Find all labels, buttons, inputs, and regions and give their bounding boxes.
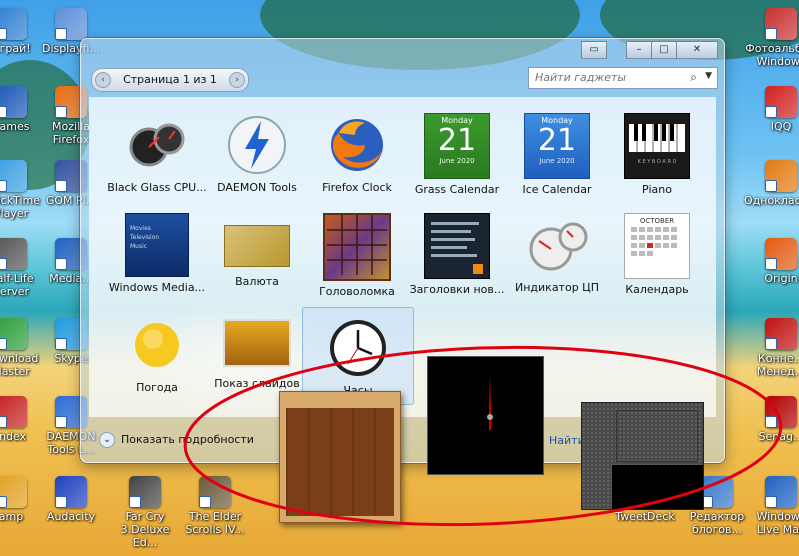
close-button[interactable]: ✕ bbox=[676, 41, 718, 59]
gadget-piano[interactable]: K E Y B O A R D Piano bbox=[602, 105, 712, 205]
gauge-icon bbox=[525, 213, 589, 277]
app-icon bbox=[0, 86, 27, 118]
desktop-icon[interactable]: Origin bbox=[744, 238, 799, 285]
gadget-label: Ice Calendar bbox=[522, 183, 592, 196]
desktop-icon[interactable]: Фотоальбом Windows bbox=[744, 8, 799, 68]
minimize-button[interactable]: – bbox=[626, 41, 652, 59]
search-input[interactable] bbox=[533, 70, 677, 85]
calendar-icon: Monday 21 June 2020 bbox=[524, 113, 590, 179]
gadget-daemon-tools[interactable]: DAEMON Tools bbox=[202, 105, 312, 205]
next-page-button[interactable]: › bbox=[229, 72, 245, 88]
gadget-black-glass-cpu[interactable]: Black Glass CPU... bbox=[102, 105, 212, 205]
desktop-icon[interactable]: Windows Live Mail bbox=[744, 476, 799, 536]
app-icon bbox=[765, 318, 797, 350]
media-center-icon: Movies Television Music bbox=[125, 213, 189, 277]
clock-hand bbox=[489, 375, 491, 430]
audacity-icon bbox=[55, 476, 87, 508]
gadget-slideshow[interactable]: Показ слайдов bbox=[202, 305, 312, 405]
mail-icon bbox=[765, 476, 797, 508]
gadget-news-headlines[interactable]: Заголовки нов... bbox=[402, 205, 512, 305]
game-icon bbox=[199, 476, 231, 508]
show-details-toggle[interactable]: ⌄ Показать подробности bbox=[99, 432, 254, 448]
gadget-label: Заголовки нов... bbox=[409, 283, 505, 296]
chevron-down-icon[interactable]: ▼ bbox=[705, 71, 712, 81]
gadget-label: Валюта bbox=[235, 275, 279, 288]
page-indicator: Страница 1 из 1 bbox=[123, 73, 217, 86]
app-icon bbox=[701, 476, 733, 508]
gadget-label: Индикатор ЦП bbox=[515, 281, 599, 294]
app-icon bbox=[765, 160, 797, 192]
maximize-button[interactable]: □ bbox=[651, 41, 677, 59]
clock-icon bbox=[326, 316, 390, 380]
gadget-label: Grass Calendar bbox=[414, 183, 500, 196]
calendar-icon: OCTOBER bbox=[624, 213, 690, 279]
app-icon bbox=[765, 86, 797, 118]
wooden-frame-gadget[interactable] bbox=[279, 391, 401, 523]
gadget-label: Погода bbox=[136, 381, 178, 394]
grey-gadget[interactable] bbox=[581, 402, 704, 510]
gadget-label: Black Glass CPU... bbox=[107, 181, 207, 194]
gadget-label: Показ слайдов bbox=[214, 377, 300, 390]
page-navigator: ‹ Страница 1 из 1 › bbox=[91, 68, 249, 92]
origin-icon bbox=[765, 238, 797, 270]
desktop-icon[interactable]: Конне... Менед... bbox=[744, 318, 799, 378]
search-icon[interactable]: ⌕ bbox=[690, 70, 697, 85]
desktop-icon[interactable]: Far Cry 3.Deluxe Ed... bbox=[108, 476, 182, 549]
sun-icon bbox=[125, 313, 189, 377]
chevron-down-icon: ⌄ bbox=[99, 432, 115, 448]
clock-pivot bbox=[487, 414, 493, 420]
gadget-label: Календарь bbox=[625, 283, 689, 296]
calendar-icon: Monday 21 June 2020 bbox=[424, 113, 490, 179]
gadget-label: DAEMON Tools bbox=[217, 181, 297, 194]
piano-icon: K E Y B O A R D bbox=[624, 113, 690, 179]
app-icon bbox=[0, 238, 27, 270]
lightning-icon bbox=[225, 113, 289, 177]
app-icon bbox=[0, 396, 27, 428]
gadget-grass-calendar[interactable]: Monday 21 June 2020 Grass Calendar bbox=[402, 105, 512, 205]
black-clock-gadget[interactable] bbox=[427, 356, 544, 475]
gadget-calendar[interactable]: OCTOBER Календарь bbox=[602, 205, 712, 305]
puzzle-icon bbox=[323, 213, 391, 281]
firefox-icon bbox=[325, 113, 389, 177]
gadget-ice-calendar[interactable]: Monday 21 June 2020 Ice Calendar bbox=[502, 105, 612, 205]
desktop-icon[interactable]: Audacity bbox=[34, 476, 108, 523]
gadget-firefox-clock[interactable]: Firefox Clock bbox=[302, 105, 412, 205]
gadget-screen bbox=[612, 465, 703, 509]
desktop-icon[interactable]: Одноклассники bbox=[744, 160, 799, 207]
desktop-icon[interactable]: Senag... bbox=[744, 396, 799, 443]
app-icon bbox=[0, 8, 27, 40]
photo-icon bbox=[765, 8, 797, 40]
gadget-gallery-window: ▭ – □ ✕ ‹ Страница 1 из 1 › ⌕ ▼ Black Gl… bbox=[80, 38, 725, 463]
gadget-currency[interactable]: Валюта bbox=[202, 205, 312, 305]
gadget-grid: Black Glass CPU... DAEMON Tools Firefox … bbox=[89, 97, 716, 417]
currency-card-icon bbox=[224, 225, 290, 267]
gadget-panel bbox=[616, 410, 698, 462]
gadget-cpu-meter[interactable]: Индикатор ЦП bbox=[502, 205, 612, 305]
gadget-puzzle[interactable]: Головоломка bbox=[302, 205, 412, 305]
gadget-label: Piano bbox=[642, 183, 672, 196]
game-icon bbox=[129, 476, 161, 508]
restore-button[interactable]: ▭ bbox=[581, 41, 607, 59]
find-gadgets-online-link[interactable]: Найти bbox=[549, 434, 585, 447]
gadget-windows-media[interactable]: Movies Television Music Windows Media... bbox=[102, 205, 212, 305]
app-icon bbox=[0, 318, 27, 350]
app-icon bbox=[0, 160, 27, 192]
search-box[interactable]: ⌕ ▼ bbox=[528, 67, 718, 89]
app-icon bbox=[55, 8, 87, 40]
app-icon bbox=[0, 476, 27, 508]
gadget-label: Windows Media... bbox=[108, 281, 206, 294]
slideshow-icon bbox=[223, 319, 291, 367]
gauges-icon bbox=[125, 113, 189, 177]
gadget-label: Firefox Clock bbox=[322, 181, 392, 194]
desktop-icon[interactable]: The Elder Scrolls IV... bbox=[178, 476, 252, 536]
gadget-label: Головоломка bbox=[319, 285, 395, 298]
app-icon bbox=[765, 396, 797, 428]
gadget-weather[interactable]: Погода bbox=[102, 305, 212, 405]
news-icon bbox=[424, 213, 490, 279]
wood-panel bbox=[286, 408, 394, 516]
desktop-icon[interactable]: IQQ bbox=[744, 86, 799, 133]
